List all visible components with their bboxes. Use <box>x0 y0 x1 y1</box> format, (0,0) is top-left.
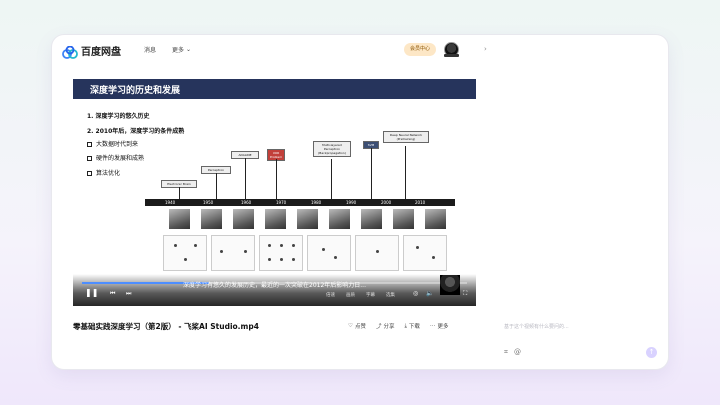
diagram-image <box>211 235 255 271</box>
timeline-connector <box>405 146 406 199</box>
diagram-image <box>307 235 351 271</box>
download-button[interactable]: ⤓ 下载 <box>404 322 420 331</box>
download-icon: ⤓ <box>404 322 407 329</box>
portrait-image <box>393 209 414 229</box>
year-label: 1940 <box>165 200 176 205</box>
main-window: 百度网盘 消息 更多 ⌄ 会员中心 › 深度学习的历史和发展 1. 深度学习的悠久… <box>52 35 668 369</box>
timeline-bar <box>145 199 455 206</box>
logo-text: 百度网盘 <box>81 47 121 58</box>
video-player[interactable]: 深度学习的历史和发展 1. 深度学习的悠久历史 2. 2010年后，深度学习的条… <box>73 79 476 306</box>
diagram-image <box>403 235 447 271</box>
timeline-box: Deep Neural Network (Pretraining) <box>383 131 429 143</box>
year-label: 1950 <box>203 200 214 205</box>
logo[interactable]: 百度网盘 <box>62 43 121 59</box>
skip-forward-icon[interactable]: ⏭ <box>126 290 131 298</box>
timeline-box: Multi-layered Perceptron (Backpropagatio… <box>313 141 351 157</box>
skip-back-icon[interactable]: ⏮ <box>110 290 115 298</box>
diagram-image <box>355 235 399 271</box>
action-label: 更多 <box>437 324 449 330</box>
vip-center-button[interactable]: 会员中心 <box>404 43 437 56</box>
ai-tools: ⌗ @ <box>504 348 521 357</box>
subtitle-button[interactable]: 字幕 <box>366 292 375 298</box>
portrait-image <box>201 209 222 229</box>
action-label: 分享 <box>383 324 395 330</box>
timeline-connector <box>245 158 246 199</box>
episodes-button[interactable]: 选集 <box>386 292 395 298</box>
slide-bullet: 算法优化 <box>87 168 120 177</box>
heart-icon: ♡ <box>348 323 353 329</box>
checkbox-icon <box>87 171 92 176</box>
portrait-image <box>297 209 318 229</box>
chevron-right-icon[interactable]: › <box>484 45 487 53</box>
slide-line: 1. 深度学习的悠久历史 <box>87 113 150 120</box>
more-icon: ⋯ <box>429 323 436 329</box>
slide-title: 深度学习的历史和发展 <box>90 86 181 96</box>
year-label: 2010 <box>415 200 426 205</box>
timeline-connector <box>216 173 217 199</box>
timeline-connector <box>276 159 277 199</box>
diagram-image <box>259 235 303 271</box>
top-nav: 消息 更多 ⌄ <box>144 45 191 54</box>
avatar-badge <box>444 54 459 57</box>
fullscreen-icon[interactable]: ⛶ <box>463 290 467 298</box>
quality-button[interactable]: 画质 <box>346 292 355 298</box>
send-button[interactable]: ↑ <box>646 347 657 358</box>
slide-bullet-text: 大数据时代到来 <box>96 141 139 148</box>
crop-icon[interactable]: ⌗ <box>504 348 508 357</box>
action-label: 下载 <box>408 324 420 330</box>
chevron-down-icon: ⌄ <box>186 46 192 53</box>
share-icon: ⤴ <box>375 324 382 330</box>
year-label: 1990 <box>346 200 357 205</box>
nav-item-messages[interactable]: 消息 <box>144 45 156 54</box>
pause-icon[interactable]: ❚❚ <box>85 288 98 297</box>
checkbox-icon <box>87 142 92 147</box>
presenter-thumbnail <box>440 275 460 295</box>
video-actions: ♡ 点赞 ⤴ 分享 ⤓ 下载 ⋯ 更多 <box>348 322 449 331</box>
slide-bullet-text: 算法优化 <box>96 170 121 177</box>
nav-item-more[interactable]: 更多 ⌄ <box>172 45 191 54</box>
ai-question-input[interactable]: 基于这个视频有什么要问的... <box>504 323 569 330</box>
nav-label: 更多 <box>172 47 185 54</box>
portrait-image <box>361 209 382 229</box>
portrait-image <box>265 209 286 229</box>
header-bar: 百度网盘 消息 更多 ⌄ 会员中心 › <box>52 35 668 65</box>
speed-button[interactable]: 倍速 <box>326 292 335 298</box>
portrait-image <box>425 209 446 229</box>
year-label: 1960 <box>241 200 252 205</box>
video-title: 零基础实践深度学习（第2版） - 飞桨AI Studio.mp4 <box>73 322 259 331</box>
slide-bullet-text: 硬件的发展和成熟 <box>96 155 145 162</box>
more-button[interactable]: ⋯ 更多 <box>430 322 449 330</box>
cloud-logo-icon <box>62 44 78 59</box>
video-frame: 深度学习的历史和发展 1. 深度学习的悠久历史 2. 2010年后，深度学习的条… <box>73 79 476 306</box>
year-label: 1980 <box>311 200 322 205</box>
diagram-image <box>163 235 207 271</box>
slide-line: 2. 2010年后，深度学习的条件成熟 <box>87 128 185 135</box>
at-icon[interactable]: @ <box>514 348 521 357</box>
share-button[interactable]: ⤴ 分享 <box>376 322 395 330</box>
slide-bullet: 硬件的发展和成熟 <box>87 153 144 162</box>
portrait-image <box>233 209 254 229</box>
year-label: 2000 <box>381 200 392 205</box>
checkbox-icon <box>87 156 92 161</box>
timeline-connector <box>331 159 332 199</box>
volume-icon[interactable]: 🔈 <box>426 290 433 297</box>
timeline-connector <box>179 187 180 199</box>
settings-icon[interactable]: ◎ <box>413 290 418 297</box>
subtitle-caption: 深度学习有悠久的发展历史，最近的一次突破在2012年后影响力日... <box>183 282 366 289</box>
like-button[interactable]: ♡ 点赞 <box>348 322 366 330</box>
action-label: 点赞 <box>354 324 366 330</box>
portrait-image <box>329 209 350 229</box>
year-label: 1970 <box>276 200 287 205</box>
nav-label: 消息 <box>144 47 157 54</box>
slide-bullet: 大数据时代到来 <box>87 139 138 148</box>
timeline-connector <box>371 148 372 199</box>
portrait-image <box>169 209 190 229</box>
